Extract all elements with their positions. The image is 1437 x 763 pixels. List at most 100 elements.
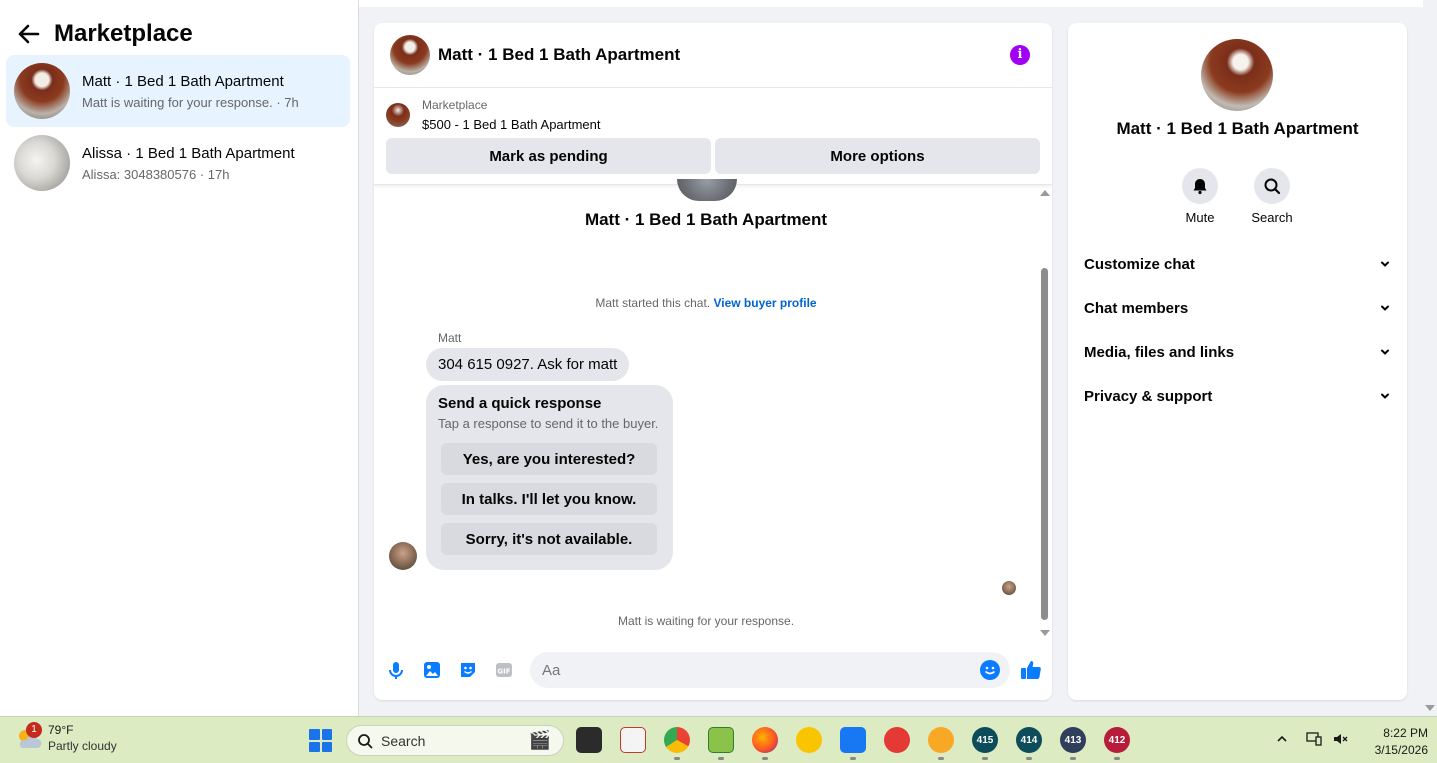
expressvpn-icon[interactable]: [884, 727, 910, 753]
chat-panel: Matt · 1 Bed 1 Bath Apartment i Marketpl…: [374, 23, 1052, 700]
sticker-icon[interactable]: [458, 660, 478, 680]
chat-center-title: Matt · 1 Bed 1 Bath Apartment: [584, 210, 828, 229]
listing-text: Marketplace $500 - 1 Bed 1 Bath Apartmen…: [422, 98, 601, 132]
scroll-up-arrow-icon[interactable]: [1040, 190, 1050, 196]
started-text: Matt started this chat.: [595, 296, 711, 310]
weather-text: 79°F Partly cloudy: [48, 723, 117, 753]
task-view-icon[interactable]: [576, 727, 602, 753]
partly-cloudy-icon: 1: [14, 722, 44, 753]
firefox-icon[interactable]: [752, 727, 778, 753]
menu-privacy-support[interactable]: Privacy & support: [1076, 376, 1399, 416]
chat-started-notice: Matt started this chat. View buyer profi…: [374, 296, 1038, 310]
conversation-text: Matt · 1 Bed 1 Bath Apartment Matt is wa…: [82, 73, 299, 110]
menu-chat-members[interactable]: Chat members: [1076, 288, 1399, 328]
network-icon[interactable]: [1306, 731, 1322, 752]
taskbar-clock[interactable]: 8:22 PM 3/15/2026: [1358, 726, 1428, 757]
message-bubble: 304 615 0927. Ask for matt: [426, 348, 630, 381]
windows-start-icon[interactable]: [309, 729, 332, 752]
running-indicator: [718, 757, 724, 760]
scrollbar-thumb[interactable]: [1041, 268, 1048, 620]
microphone-icon[interactable]: [386, 660, 406, 680]
conversation-name: Matt · 1 Bed 1 Bath Apartment: [82, 72, 284, 90]
menu-customize-chat[interactable]: Customize chat: [1076, 244, 1399, 284]
svg-text:GIF: GIF: [497, 668, 510, 676]
gif-icon[interactable]: GIF: [494, 660, 514, 680]
info-icon[interactable]: i: [1010, 45, 1030, 65]
snipping-tool-icon[interactable]: [620, 727, 646, 753]
notepad-chart-icon[interactable]: [708, 727, 734, 753]
chat-title[interactable]: Matt · 1 Bed 1 Bath Apartment: [438, 45, 680, 65]
image-icon[interactable]: [422, 660, 442, 680]
search-icon: [358, 733, 373, 748]
search-button[interactable]: Search: [1242, 168, 1302, 225]
running-indicator: [674, 757, 680, 760]
menu-label: Media, files and links: [1084, 343, 1235, 361]
mark-as-pending-button[interactable]: Mark as pending: [386, 138, 711, 174]
chrome-icon[interactable]: [664, 727, 690, 753]
taskbar-search[interactable]: Search 🎬: [346, 725, 564, 756]
chevron-down-icon: [1381, 349, 1389, 355]
app-blue-ring-icon[interactable]: [840, 727, 866, 753]
mute-button[interactable]: Mute: [1170, 168, 1230, 225]
chevron-up-icon[interactable]: [1276, 731, 1288, 749]
page-title: Marketplace: [54, 20, 193, 47]
search-icon: [1254, 168, 1290, 204]
message-list: Matt · 1 Bed 1 Bath Apartment Matt start…: [374, 179, 1052, 630]
scroll-down-arrow-icon[interactable]: [1040, 630, 1050, 636]
conversation-item-alissa[interactable]: Alissa · 1 Bed 1 Bath Apartment Alissa: …: [6, 127, 350, 199]
running-indicator: [1114, 757, 1120, 760]
back-arrow-icon[interactable]: [18, 23, 40, 45]
avatar: [677, 179, 737, 201]
quick-response-in-talks-button[interactable]: In talks. I'll let you know.: [441, 483, 657, 515]
message-scrollbar[interactable]: [1038, 188, 1050, 638]
app-badge-413-icon[interactable]: 413: [1060, 727, 1086, 753]
chat-details-panel: Matt · 1 Bed 1 Bath Apartment Mute Searc…: [1068, 23, 1407, 700]
view-buyer-profile-link[interactable]: View buyer profile: [713, 296, 816, 310]
app-badge-414-icon[interactable]: 414: [1016, 727, 1042, 753]
page-scroll-down-arrow-icon[interactable]: [1425, 705, 1435, 711]
quick-response-not-available-button[interactable]: Sorry, it's not available.: [441, 523, 657, 555]
conversation-item-matt[interactable]: Matt · 1 Bed 1 Bath Apartment Matt is wa…: [6, 55, 350, 127]
conversation-subtitle: Matt is waiting for your response. · 7h: [82, 94, 299, 110]
weather-widget[interactable]: 1 79°F Partly cloudy: [14, 722, 117, 753]
app-badge-412-icon[interactable]: 412: [1104, 727, 1130, 753]
message-input[interactable]: [530, 652, 1010, 688]
conversation-subtitle: Alissa: 3048380576 · 17h: [82, 166, 230, 182]
emoji-icon[interactable]: [980, 660, 1000, 680]
menu-label: Chat members: [1084, 299, 1189, 317]
volume-muted-icon[interactable]: [1332, 731, 1348, 752]
listing-thumbnail: [386, 103, 410, 127]
details-title: Matt · 1 Bed 1 Bath Apartment: [1116, 119, 1359, 138]
taskbar-search-label: Search: [381, 732, 426, 749]
quick-response-card: Send a quick response Tap a response to …: [426, 385, 673, 570]
listing-actions: Mark as pending More options: [386, 138, 1040, 174]
chevron-down-icon: [1381, 393, 1389, 399]
quick-response-yes-button[interactable]: Yes, are you interested?: [441, 443, 657, 475]
weather-description: Partly cloudy: [48, 739, 117, 753]
thumbs-up-icon[interactable]: [1019, 658, 1043, 682]
app-yellow-icon[interactable]: [796, 727, 822, 753]
conversation-name: Alissa · 1 Bed 1 Bath Apartment: [82, 144, 295, 162]
app-badge-415-icon[interactable]: 415: [972, 727, 998, 753]
avatar[interactable]: [390, 35, 430, 75]
quick-response-subtitle: Tap a response to send it to the buyer.: [438, 416, 659, 431]
listing-title: $500 - 1 Bed 1 Bath Apartment: [422, 117, 601, 132]
message-composer: GIF: [374, 650, 1052, 690]
running-indicator: [1070, 757, 1076, 760]
search-label: Search: [1251, 210, 1293, 225]
avatar[interactable]: [389, 542, 417, 570]
app-x-icon[interactable]: [928, 727, 954, 753]
windows-taskbar: 1 79°F Partly cloudy Search 🎬 415 414 41…: [0, 716, 1437, 763]
chat-header: Matt · 1 Bed 1 Bath Apartment i: [374, 23, 1052, 88]
notification-badge: 1: [26, 722, 42, 738]
clapperboard-icon: 🎬: [528, 730, 551, 750]
conversation-text: Alissa · 1 Bed 1 Bath Apartment Alissa: …: [82, 145, 295, 182]
listing-row[interactable]: Marketplace $500 - 1 Bed 1 Bath Apartmen…: [386, 98, 1040, 132]
more-options-button[interactable]: More options: [715, 138, 1040, 174]
menu-label: Customize chat: [1084, 255, 1195, 273]
seen-indicator-avatar: [1002, 581, 1016, 595]
sidebar-header: Marketplace: [18, 20, 193, 48]
menu-label: Privacy & support: [1084, 387, 1213, 405]
menu-media-files-links[interactable]: Media, files and links: [1076, 332, 1399, 372]
running-indicator: [1026, 757, 1032, 760]
